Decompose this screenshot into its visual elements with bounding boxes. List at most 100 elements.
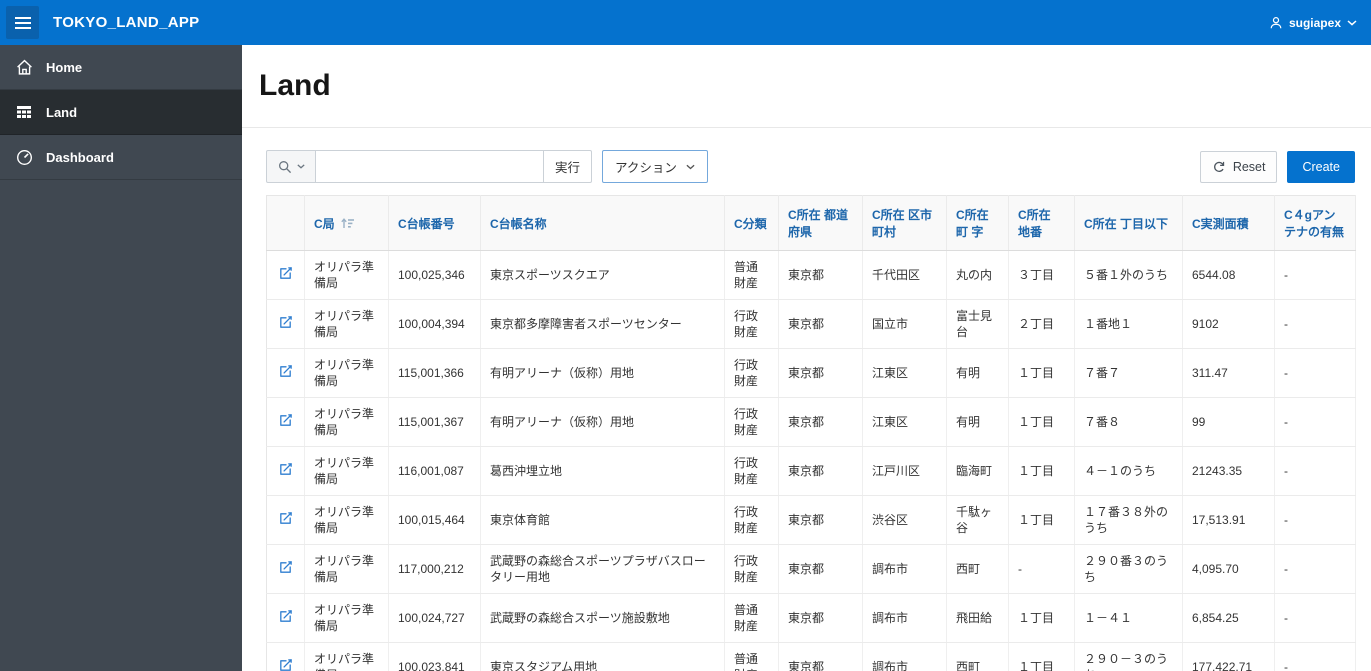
table-cell: 東京スポーツスクエア bbox=[480, 250, 725, 300]
table-cell: 調布市 bbox=[862, 642, 947, 671]
table-cell: ４－１のうち bbox=[1074, 446, 1183, 496]
table-cell: オリパラ準備局 bbox=[304, 299, 389, 349]
sort-ascending-icon bbox=[340, 217, 354, 228]
table-row: オリパラ準備局 100,004,394 東京都多摩障害者スポーツセンター 行政財産 東京… bbox=[266, 299, 1356, 349]
edit-icon bbox=[280, 609, 292, 622]
edit-row-button[interactable] bbox=[266, 250, 305, 300]
column-header-label: C実測面積 bbox=[1192, 216, 1249, 231]
hamburger-menu-icon[interactable] bbox=[6, 6, 39, 39]
table-cell: 武蔵野の森総合スポーツ施設敷地 bbox=[480, 593, 725, 643]
search-icon bbox=[278, 160, 292, 174]
table-cell: 江戸川区 bbox=[862, 446, 947, 496]
go-button[interactable]: 実行 bbox=[544, 150, 593, 183]
table-row: オリパラ準備局 116,001,087 葛西沖埋立地 行政財産 東京都 江戸川区 臨海町 １丁… bbox=[266, 446, 1356, 496]
column-header-label: C台帳番号 bbox=[398, 216, 455, 231]
column-header[interactable]: C所在 都道府県 bbox=[778, 195, 863, 251]
column-header[interactable]: C台帳名称 bbox=[480, 195, 725, 251]
edit-row-button[interactable] bbox=[266, 495, 305, 545]
page-header: Land bbox=[242, 45, 1371, 128]
column-header[interactable]: C所在 町 字 bbox=[946, 195, 1009, 251]
table-cell: 6544.08 bbox=[1182, 250, 1275, 300]
table-cell: 東京都 bbox=[778, 348, 863, 398]
chevron-down-icon bbox=[296, 164, 305, 169]
table-cell: 100,024,727 bbox=[388, 593, 481, 643]
table-cell: 西町 bbox=[946, 642, 1009, 671]
table-cell: 6,854.25 bbox=[1182, 593, 1275, 643]
table-cell: 東京都 bbox=[778, 299, 863, 349]
reset-icon bbox=[1212, 160, 1226, 174]
edit-row-button[interactable] bbox=[266, 397, 305, 447]
table-cell: １丁目 bbox=[1008, 593, 1075, 643]
search-options-button[interactable] bbox=[266, 150, 316, 183]
table-cell: 千駄ヶ谷 bbox=[946, 495, 1009, 545]
table-cell: 西町 bbox=[946, 544, 1009, 594]
table-cell: 東京都 bbox=[778, 397, 863, 447]
table-cell: １丁目 bbox=[1008, 446, 1075, 496]
table-cell: - bbox=[1274, 593, 1356, 643]
table-row: オリパラ準備局 100,015,464 東京体育館 行政財産 東京都 渋谷区 千駄ヶ谷 １丁目… bbox=[266, 495, 1356, 545]
column-header[interactable]: C実測面積 bbox=[1182, 195, 1275, 251]
table-cell: 東京都 bbox=[778, 593, 863, 643]
actions-label: アクション bbox=[615, 161, 677, 175]
table-cell: オリパラ準備局 bbox=[304, 348, 389, 398]
edit-row-button[interactable] bbox=[266, 299, 305, 349]
table-cell: - bbox=[1274, 495, 1356, 545]
edit-icon bbox=[280, 511, 292, 524]
column-header[interactable]: C所在 丁目以下 bbox=[1074, 195, 1183, 251]
page-title: Land bbox=[259, 69, 331, 102]
sidebar: Home Land Dashboard bbox=[0, 45, 242, 671]
edit-row-button[interactable] bbox=[266, 446, 305, 496]
column-header-label: C所在 町 字 bbox=[956, 208, 989, 239]
table-cell: 117,000,212 bbox=[388, 544, 481, 594]
table-cell: 臨海町 bbox=[946, 446, 1009, 496]
table-cell: 4,095.70 bbox=[1182, 544, 1275, 594]
sidebar-item-dashboard[interactable]: Dashboard bbox=[0, 135, 242, 180]
column-header-label: C台帳名称 bbox=[490, 216, 547, 231]
table-cell: 普通財産 bbox=[724, 593, 779, 643]
edit-row-button[interactable] bbox=[266, 642, 305, 671]
table-cell: 115,001,367 bbox=[388, 397, 481, 447]
table-cell: 千代田区 bbox=[862, 250, 947, 300]
table-cell: 行政財産 bbox=[724, 495, 779, 545]
table-row: オリパラ準備局 100,024,727 武蔵野の森総合スポーツ施設敷地 普通財産 東京都… bbox=[266, 593, 1356, 643]
actions-menu-button[interactable]: アクション bbox=[602, 150, 708, 183]
table-cell: １７番３８外のうち bbox=[1074, 495, 1183, 545]
sidebar-item-home[interactable]: Home bbox=[0, 45, 242, 90]
edit-row-button[interactable] bbox=[266, 593, 305, 643]
table-cell: 丸の内 bbox=[946, 250, 1009, 300]
table-cell: １丁目 bbox=[1008, 348, 1075, 398]
table-cell: 99 bbox=[1182, 397, 1275, 447]
table-cell: - bbox=[1274, 544, 1356, 594]
person-icon bbox=[1269, 16, 1283, 30]
reset-button[interactable]: Reset bbox=[1199, 150, 1278, 183]
column-header[interactable]: C台帳番号 bbox=[388, 195, 481, 251]
table-cell: 行政財産 bbox=[724, 397, 779, 447]
table-cell: 行政財産 bbox=[724, 446, 779, 496]
edit-column-header bbox=[266, 195, 305, 251]
table-row: オリパラ準備局 115,001,366 有明アリーナ（仮称）用地 行政財産 東京都 江東区… bbox=[266, 348, 1356, 398]
create-button[interactable]: Create bbox=[1287, 150, 1355, 183]
table-cell: １丁目 bbox=[1008, 642, 1075, 671]
column-header[interactable]: C局 bbox=[304, 195, 389, 251]
column-header[interactable]: C分類 bbox=[724, 195, 779, 251]
column-header-label: C所在 区市町村 bbox=[872, 208, 933, 239]
reset-label: Reset bbox=[1232, 159, 1266, 174]
table-cell: 東京体育館 bbox=[480, 495, 725, 545]
table-cell: 116,001,087 bbox=[388, 446, 481, 496]
edit-row-button[interactable] bbox=[266, 348, 305, 398]
edit-row-button[interactable] bbox=[266, 544, 305, 594]
table-cell: オリパラ準備局 bbox=[304, 397, 389, 447]
report-toolbar: 実行 アクション Reset Create bbox=[266, 150, 1355, 183]
edit-icon bbox=[280, 266, 292, 279]
column-header[interactable]: C所在 区市町村 bbox=[862, 195, 947, 251]
table-cell: オリパラ準備局 bbox=[304, 642, 389, 671]
table-cell: - bbox=[1008, 544, 1075, 594]
user-menu[interactable]: sugiapex bbox=[1269, 16, 1357, 30]
column-header[interactable]: C所在 地番 bbox=[1008, 195, 1075, 251]
search-input[interactable] bbox=[316, 150, 544, 183]
table-cell: オリパラ準備局 bbox=[304, 593, 389, 643]
top-bar: TOKYO_LAND_APP sugiapex bbox=[0, 0, 1371, 45]
column-header[interactable]: C４gアンテナの有無 bbox=[1274, 195, 1356, 251]
table-cell: 江東区 bbox=[862, 348, 947, 398]
sidebar-item-land[interactable]: Land bbox=[0, 90, 242, 135]
